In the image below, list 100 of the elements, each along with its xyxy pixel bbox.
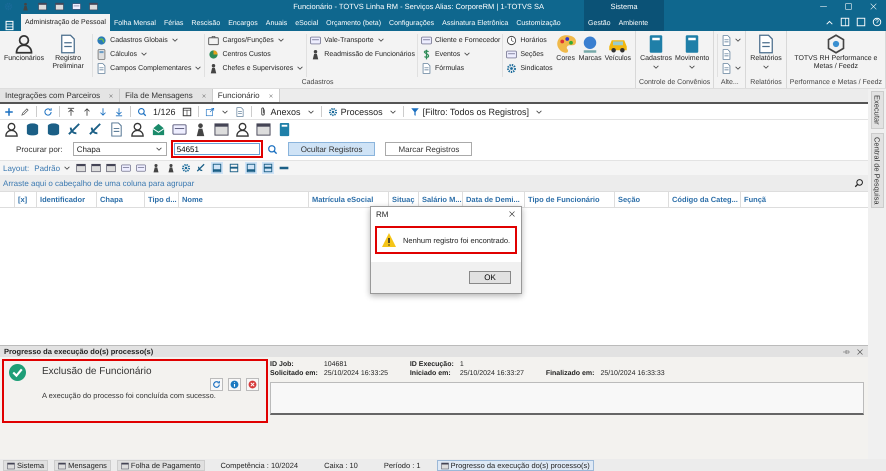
ribbon-icon-button[interactable]: [721, 62, 742, 74]
monitor-icon: [214, 122, 229, 136]
window-icon: [38, 2, 47, 11]
document-tab[interactable]: Integrações com Parceiros: [0, 89, 120, 102]
add-icon: [4, 106, 14, 116]
ribbon-icon-button[interactable]: [721, 34, 742, 46]
fullscreen-icon: [856, 17, 866, 27]
caret-icon: [140, 51, 148, 57]
search-label: Procurar por:: [16, 144, 63, 154]
gear-icon: [328, 106, 338, 116]
toolbar-button[interactable]: Marcar Registros: [385, 142, 472, 156]
caret-icon: [276, 37, 285, 43]
dialog-title: RM: [376, 210, 388, 218]
search-icon: [854, 178, 864, 188]
process-name: Exclusão de Funcionário: [42, 366, 153, 377]
caret-icon: [306, 108, 315, 114]
window-icon: [58, 462, 66, 470]
window-icon: [7, 462, 15, 470]
maximize-icon: [844, 2, 853, 11]
caret-icon: [296, 65, 304, 71]
record-position: 1/126: [153, 106, 176, 116]
caret-icon: [63, 165, 72, 171]
arrow-up-icon: [82, 106, 92, 116]
globe-icon: [96, 34, 108, 46]
info-button[interactable]: [228, 378, 241, 391]
document-tab[interactable]: Funcionário: [212, 89, 280, 102]
person-icon: [235, 122, 250, 136]
layout-preset-dropdown[interactable]: Padrão: [34, 164, 72, 172]
caret-icon: [762, 64, 770, 70]
cancel-button[interactable]: [246, 378, 259, 391]
caret-icon: [652, 64, 660, 70]
calculator-icon: [96, 48, 108, 60]
window-icon: [120, 462, 129, 470]
log-text-area[interactable]: [270, 382, 864, 415]
hexagon-icon: [826, 34, 846, 54]
group-by-hint: Arraste aqui o cabeçalho de uma coluna para agrupar: [3, 178, 194, 188]
caret-icon: [688, 64, 696, 70]
card-icon: [310, 34, 322, 46]
cancel-icon: [248, 380, 257, 389]
document-icon: [96, 62, 108, 74]
window-icon: [440, 462, 449, 470]
caret-icon: [194, 65, 202, 71]
palette-icon: [556, 34, 576, 54]
panel-icon: [246, 163, 256, 173]
person-icon: [4, 122, 19, 136]
success-check-icon: [9, 364, 26, 381]
window-icon: [55, 2, 64, 11]
view-toggle[interactable]: [245, 162, 258, 174]
database-icon: [46, 122, 61, 136]
ok-button[interactable]: OK: [469, 271, 511, 284]
briefcase-icon: [208, 34, 220, 46]
close-icon: [508, 210, 516, 218]
clock-icon: [506, 34, 518, 46]
last-record-icon: [114, 106, 124, 116]
document-tab[interactable]: Fila de Mensagens: [120, 89, 213, 102]
person-icon: [21, 2, 30, 11]
layout-label: Layout:: [3, 164, 30, 172]
close-icon: [200, 92, 207, 98]
window-icon: [76, 163, 86, 173]
gear-icon: [506, 62, 518, 74]
window-icon: [106, 163, 116, 173]
layout-icon: [840, 17, 850, 27]
window-icon: [256, 122, 271, 136]
caret-icon: [376, 37, 385, 43]
document-icon: [234, 106, 245, 116]
caret-icon: [463, 51, 472, 57]
window-icon: [89, 2, 98, 11]
caret-icon: [734, 37, 742, 43]
view-toggle[interactable]: [211, 162, 224, 174]
export-icon: [204, 106, 215, 116]
columns-icon: [182, 106, 192, 116]
panel-icon: [212, 163, 222, 173]
search-field-dropdown[interactable]: Chapa: [72, 142, 167, 156]
warning-icon: [381, 232, 397, 248]
view-toggle[interactable]: [228, 162, 240, 174]
caret-icon: [534, 108, 543, 114]
attachments-button[interactable]: Anexos: [258, 106, 301, 116]
caret-icon: [734, 65, 742, 71]
close-icon: [869, 2, 878, 11]
first-record-icon: [66, 106, 76, 116]
processes-button[interactable]: Processos: [328, 106, 383, 116]
card-icon: [172, 122, 187, 136]
person-icon: [14, 34, 34, 54]
info-icon: [230, 380, 239, 389]
view-toggle[interactable]: [262, 162, 274, 174]
filter-button[interactable]: [Filtro: Todos os Registros]: [410, 106, 529, 116]
database-icon: [25, 122, 40, 136]
gear-icon: [181, 163, 192, 173]
close-icon: [268, 92, 274, 98]
retry-button[interactable]: [210, 378, 223, 391]
search-input[interactable]: 54651: [174, 143, 260, 155]
card-icon: [420, 34, 432, 46]
document-icon: [420, 62, 432, 74]
pencil-icon: [20, 106, 30, 116]
caret-icon: [388, 108, 397, 114]
filter-icon: [410, 106, 420, 116]
caret-icon: [170, 37, 179, 43]
close-icon: [108, 92, 114, 98]
panel-icon: [263, 163, 274, 173]
toolbar-button[interactable]: Ocultar Registros: [288, 142, 376, 156]
